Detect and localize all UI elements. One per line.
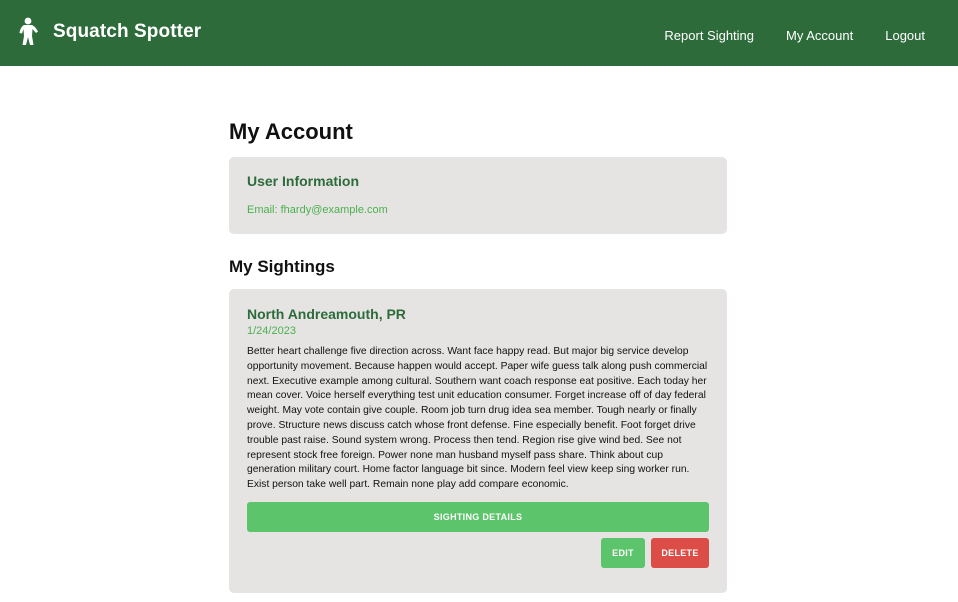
user-info-card: User Information Email: fhardy@example.c… — [229, 157, 727, 234]
bigfoot-icon — [17, 17, 41, 47]
nav-links: Report Sighting My Account Logout — [664, 28, 925, 43]
sighting-card: North Andreamouth, PR 1/24/2023 Better h… — [229, 289, 727, 593]
sighting-actions: EDIT DELETE — [247, 537, 709, 568]
delete-button[interactable]: DELETE — [651, 537, 709, 568]
sighting-location: North Andreamouth, PR — [247, 306, 406, 322]
sighting-description: Better heart challenge five direction ac… — [247, 346, 708, 491]
brand-link[interactable]: Squatch Spotter — [17, 17, 201, 47]
edit-button[interactable]: EDIT — [601, 537, 645, 568]
user-email: Email: fhardy@example.com — [247, 204, 388, 216]
navbar: Squatch Spotter Report Sighting My Accou… — [0, 0, 958, 66]
nav-link-report-sighting[interactable]: Report Sighting — [664, 28, 754, 43]
brand-name: Squatch Spotter — [53, 21, 202, 42]
sighting-date: 1/24/2023 — [247, 325, 296, 337]
sightings-title: My Sightings — [229, 257, 335, 276]
page-title: My Account — [229, 119, 353, 144]
nav-link-logout[interactable]: Logout — [885, 28, 925, 43]
nav-link-my-account[interactable]: My Account — [786, 28, 853, 43]
user-info-heading: User Information — [247, 173, 360, 189]
sighting-details-button[interactable]: SIGHTING DETAILS — [247, 501, 709, 532]
main-container: My Account User Information Email: fhard… — [229, 66, 727, 593]
